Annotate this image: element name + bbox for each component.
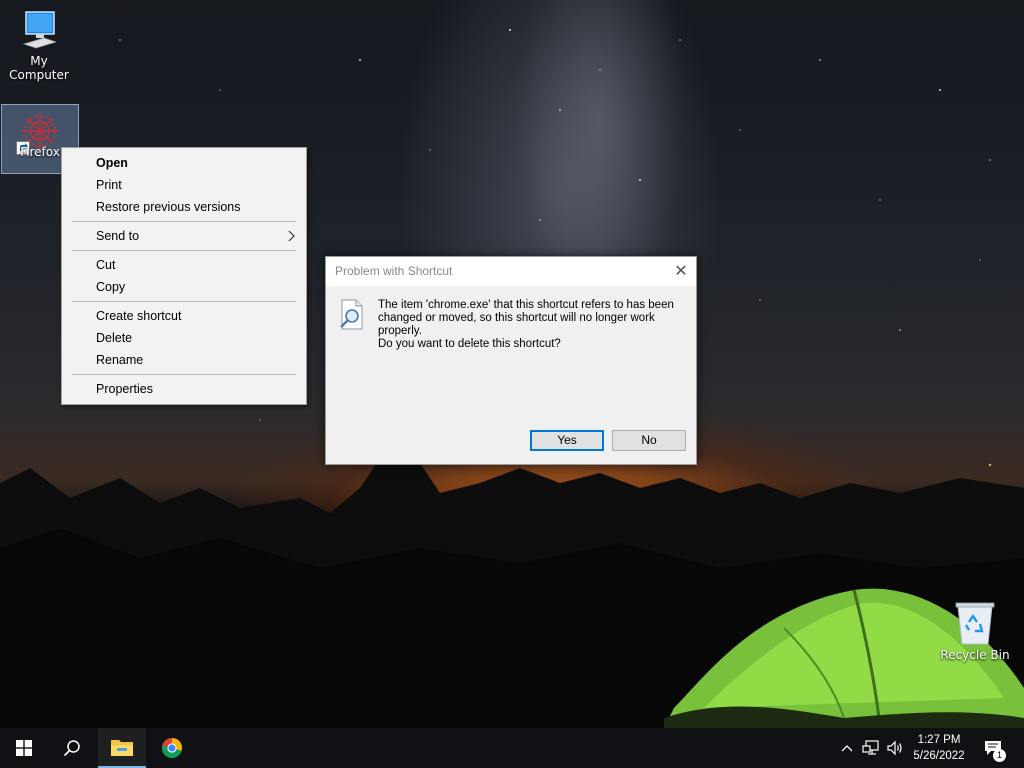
computer-icon [22, 11, 56, 49]
menu-item-label: Create shortcut [96, 309, 182, 323]
menu-item-cut[interactable]: Cut [62, 254, 306, 276]
dialog-body: The item 'chrome.exe' that this shortcut… [326, 286, 696, 434]
search-button[interactable] [48, 728, 96, 768]
dialog-titlebar[interactable]: Problem with Shortcut ✕ [326, 257, 696, 286]
network-icon [862, 740, 879, 755]
menu-separator [72, 221, 296, 222]
desktop-icon-label: Recycle Bin [940, 648, 1010, 662]
menu-separator [72, 250, 296, 251]
dialog-title: Problem with Shortcut [335, 264, 453, 278]
menu-separator [72, 301, 296, 302]
taskbar-chrome[interactable] [148, 728, 196, 768]
volume-icon [887, 740, 902, 756]
menu-item-copy[interactable]: Copy [62, 276, 306, 298]
menu-item-create-shortcut[interactable]: Create shortcut [62, 305, 306, 327]
search-icon [63, 740, 80, 757]
desktop-icon-label: My Computer [9, 54, 69, 82]
show-hidden-icons-button[interactable] [838, 728, 856, 768]
problem-with-shortcut-dialog: Problem with Shortcut ✕ The item 'chrome… [325, 256, 697, 465]
action-center-button[interactable]: 1 [978, 728, 1008, 768]
menu-item-label: Properties [96, 382, 153, 396]
menu-item-label: Copy [96, 280, 126, 294]
desktop-icon-label: Firefox [20, 145, 60, 159]
chrome-icon [161, 738, 183, 759]
volume-button[interactable] [884, 728, 906, 768]
taskbar-clock[interactable]: 1:27 PM 5/26/2022 [908, 732, 970, 764]
menu-item-label: Print [96, 178, 122, 192]
menu-item-label: Send to [96, 229, 140, 243]
context-menu: Open Print Restore previous versions Sen… [61, 147, 307, 405]
menu-item-label: Delete [96, 331, 133, 345]
menu-separator [72, 374, 296, 375]
menu-item-open[interactable]: Open [62, 152, 306, 174]
menu-item-print[interactable]: Print [62, 174, 306, 196]
chevron-up-icon [841, 745, 853, 752]
menu-item-restore-previous-versions[interactable]: Restore previous versions [62, 196, 306, 218]
menu-item-rename[interactable]: Rename [62, 349, 306, 371]
menu-item-delete[interactable]: Delete [62, 327, 306, 349]
menu-item-label: Restore previous versions [96, 200, 241, 214]
file-explorer-icon [111, 740, 133, 756]
taskbar-file-explorer[interactable] [98, 728, 146, 768]
clock-date: 5/26/2022 [913, 750, 965, 762]
no-button[interactable]: No [612, 430, 686, 451]
network-button[interactable] [860, 728, 882, 768]
menu-item-properties[interactable]: Properties [62, 378, 306, 400]
yes-button[interactable]: Yes [530, 430, 604, 451]
recycle-bin-icon [955, 602, 995, 645]
notification-count-badge: 1 [993, 749, 1006, 762]
menu-item-label: Cut [96, 258, 116, 272]
document-search-icon [340, 299, 363, 330]
menu-item-label: Open [96, 156, 128, 170]
start-button[interactable] [0, 728, 48, 768]
dialog-question: Do you want to delete this shortcut? [378, 338, 561, 350]
menu-item-send-to[interactable]: Send to [62, 225, 306, 247]
chevron-right-icon [288, 225, 296, 253]
desktop-icon-my-computer[interactable]: My Computer [0, 8, 78, 82]
dialog-close-button[interactable]: ✕ [666, 257, 696, 286]
taskbar: 1:27 PM 5/26/2022 1 [0, 728, 1024, 768]
dialog-message: The item 'chrome.exe' that this shortcut… [378, 299, 674, 337]
close-icon: ✕ [674, 263, 688, 280]
desktop-icon-recycle-bin[interactable]: Recycle Bin [936, 600, 1014, 662]
menu-item-label: Rename [96, 353, 144, 367]
start-icon [16, 740, 32, 756]
clock-time: 1:27 PM [917, 734, 961, 746]
